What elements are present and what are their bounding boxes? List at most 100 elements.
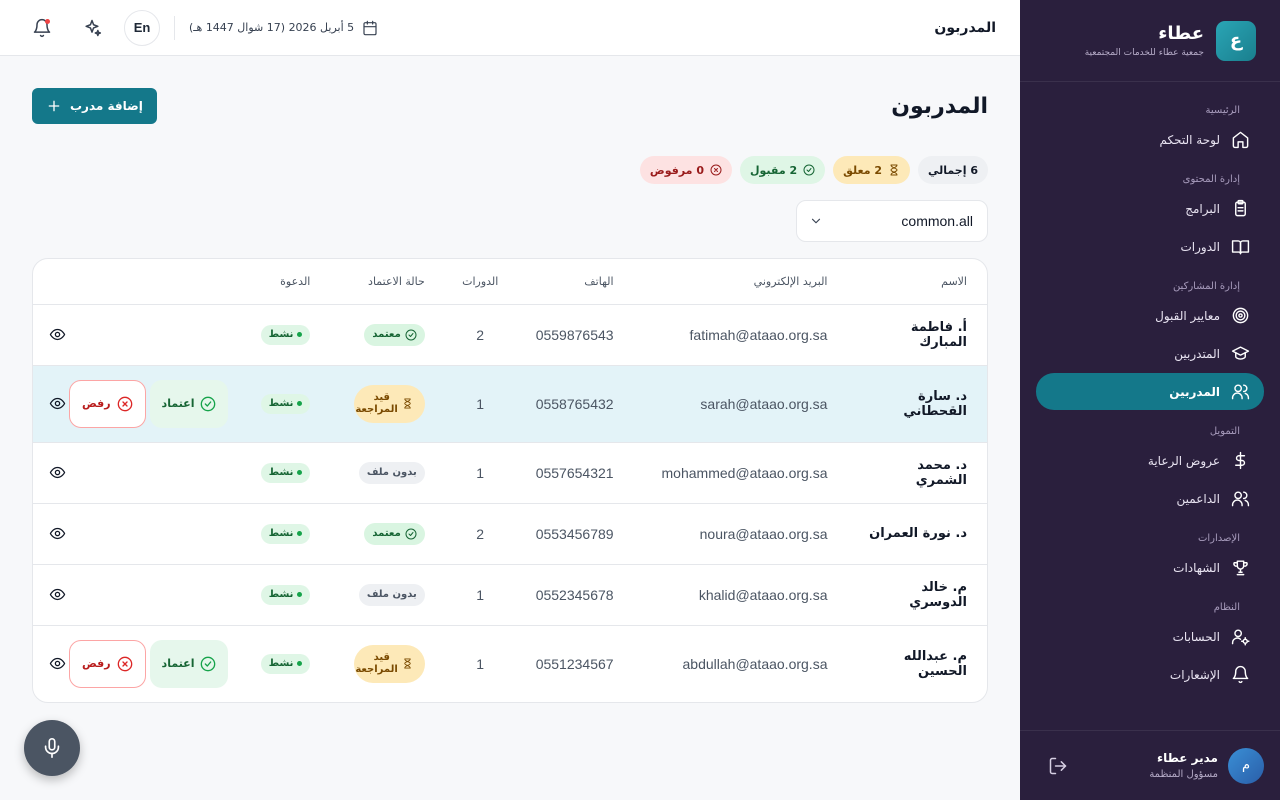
- status-label-line-1: قيد: [373, 391, 390, 403]
- sidebar-item[interactable]: لوحة التحكم: [1036, 121, 1264, 158]
- stat-pending-label: 2 معلق: [843, 163, 883, 177]
- table-row[interactable]: م. عبدالله الحسين abdullah@ataao.org.sa 05…: [33, 625, 987, 702]
- cell-phone: 0558765432: [515, 365, 634, 443]
- view-button[interactable]: [45, 323, 69, 347]
- stat-pending[interactable]: 2 معلق: [833, 156, 911, 184]
- status-dot: [297, 401, 303, 406]
- cell-actions: [33, 304, 241, 366]
- voice-input-button[interactable]: [24, 720, 80, 776]
- date-text: 5 أبريل 2026 (17 شوال 1447 هـ): [189, 21, 355, 34]
- hourglass-icon: [890, 164, 898, 176]
- view-button[interactable]: [45, 522, 69, 546]
- sidebar-item[interactable]: المتدربين: [1036, 335, 1264, 372]
- table-row[interactable]: د. سارة القحطاني sarah@ataao.org.sa 055876…: [33, 365, 987, 443]
- notifications-button[interactable]: [24, 10, 60, 46]
- col-courses[interactable]: الدورات: [444, 259, 516, 305]
- sidebar-item[interactable]: معايير القبول: [1036, 297, 1264, 334]
- logout-button[interactable]: [1044, 752, 1072, 780]
- invite-badge: نشط: [260, 393, 311, 414]
- status-badge: معتمد: [364, 323, 425, 346]
- cell-name: م. خالد الدوسري: [847, 564, 987, 626]
- cell-email: fatimah@ataao.org.sa: [633, 304, 848, 366]
- nav-group-title: إدارة المحتوى: [1182, 173, 1240, 185]
- view-button[interactable]: [45, 583, 69, 607]
- stat-total[interactable]: 6 إجمالي: [918, 156, 988, 184]
- sidebar-item[interactable]: البرامج: [1036, 190, 1264, 227]
- nav-icon-wrap: [1230, 199, 1250, 219]
- eye-icon: [49, 397, 65, 410]
- review-actions: اعتماد رفض: [69, 379, 229, 428]
- view-button[interactable]: [45, 652, 69, 676]
- sidebar-item[interactable]: الشهادات: [1036, 549, 1264, 586]
- x-circle-icon: [117, 656, 132, 672]
- cell-status: معتمد: [330, 503, 445, 565]
- nav-group: إدارة المحتوى البرامج الدورات: [1036, 167, 1264, 265]
- cell-courses: 1: [444, 442, 516, 504]
- eye-icon: [49, 658, 65, 670]
- cell-email: khalid@ataao.org.sa: [633, 564, 848, 626]
- sidebar-item[interactable]: عروض الرعاية: [1036, 442, 1264, 479]
- cell-email: sarah@ataao.org.sa: [633, 365, 848, 443]
- avatar[interactable]: م: [1228, 747, 1264, 784]
- status-badge: قيد المراجعة: [353, 644, 425, 683]
- clipboard-icon: [1234, 199, 1246, 217]
- reject-button[interactable]: رفض: [69, 639, 146, 688]
- x-circle-icon: [710, 164, 722, 176]
- language-toggle[interactable]: En: [124, 9, 160, 46]
- table-row[interactable]: د. نورة العمران noura@ataao.org.sa 0553456…: [33, 503, 987, 565]
- status-label: بدون ملف: [366, 467, 417, 478]
- status-filter-select[interactable]: common.all: [796, 200, 988, 242]
- cell-invite: نشط: [240, 304, 331, 366]
- col-status[interactable]: حالة الاعتماد: [330, 259, 445, 305]
- sidebar-item-label: الحسابات: [1172, 629, 1220, 644]
- sidebar-item-label: المدربين: [1169, 384, 1220, 399]
- sidebar-item-label: معايير القبول: [1155, 308, 1220, 323]
- sidebar-item[interactable]: الحسابات: [1036, 618, 1264, 655]
- cell-email: noura@ataao.org.sa: [633, 503, 848, 565]
- logout-icon: [1049, 757, 1067, 774]
- cell-status: معتمد: [330, 304, 445, 366]
- sidebar-item[interactable]: الداعمين: [1036, 480, 1264, 517]
- col-invite[interactable]: الدعوة: [240, 259, 331, 305]
- sidebar-item[interactable]: المدربين: [1036, 373, 1264, 410]
- hourglass-icon: [404, 658, 411, 669]
- col-name[interactable]: الاسم: [847, 259, 987, 305]
- reject-label: رفض: [82, 397, 111, 410]
- table-row[interactable]: م. خالد الدوسري khalid@ataao.org.sa 055234…: [33, 564, 987, 626]
- status-badge: بدون ملف: [358, 583, 425, 606]
- cell-actions: اعتماد رفض: [33, 625, 240, 702]
- sidebar-item[interactable]: الدورات: [1036, 228, 1264, 265]
- view-button[interactable]: [45, 461, 69, 485]
- sidebar-item[interactable]: الإشعارات: [1036, 656, 1264, 693]
- ai-sparkle-button[interactable]: [74, 10, 110, 46]
- sidebar-item-label: الإشعارات: [1169, 667, 1220, 682]
- status-label: بدون ملف: [366, 589, 417, 600]
- sidebar-nav: الرئيسية لوحة التحكم إدارة المحتوى البرامج ا…: [1020, 82, 1280, 730]
- status-label: معتمد: [372, 528, 401, 539]
- approve-button[interactable]: اعتماد: [149, 639, 229, 688]
- sidebar-item-label: عروض الرعاية: [1147, 453, 1220, 468]
- cell-email: mohammed@ataao.org.sa: [633, 442, 848, 504]
- date-display: 5 أبريل 2026 (17 شوال 1447 هـ): [189, 20, 378, 36]
- approve-button[interactable]: اعتماد: [149, 379, 229, 428]
- col-phone[interactable]: الهاتف: [515, 259, 634, 305]
- table-row[interactable]: أ. فاطمة المبارك fatimah@ataao.org.sa 0559…: [33, 304, 987, 366]
- stat-accepted[interactable]: 2 مقبول: [739, 156, 826, 184]
- row-actions: اعتماد رفض: [45, 379, 229, 428]
- stat-rejected[interactable]: 0 مرفوض: [639, 156, 732, 184]
- plus-icon: [48, 100, 60, 112]
- add-trainer-button[interactable]: إضافة مدرب: [32, 88, 157, 124]
- row-actions: [45, 522, 228, 546]
- brand-logo: ع: [1216, 20, 1256, 61]
- nav-group-title: الرئيسية: [1205, 104, 1240, 116]
- nav-group: التمويل عروض الرعاية الداعمين: [1036, 419, 1264, 517]
- check-circle-icon: [201, 656, 216, 672]
- col-email[interactable]: البريد الإلكتروني: [633, 259, 848, 305]
- status-dot: [297, 661, 303, 667]
- table-row[interactable]: د. محمد الشمري mohammed@ataao.org.sa 05576…: [33, 442, 987, 504]
- brand-text: عطاء جمعية عطاء للخدمات المجتمعية: [1085, 23, 1204, 58]
- reject-button[interactable]: رفض: [69, 379, 146, 428]
- view-button[interactable]: [45, 392, 69, 416]
- invite-badge: نشط: [260, 462, 311, 483]
- cell-phone: 0551234567: [535, 655, 614, 672]
